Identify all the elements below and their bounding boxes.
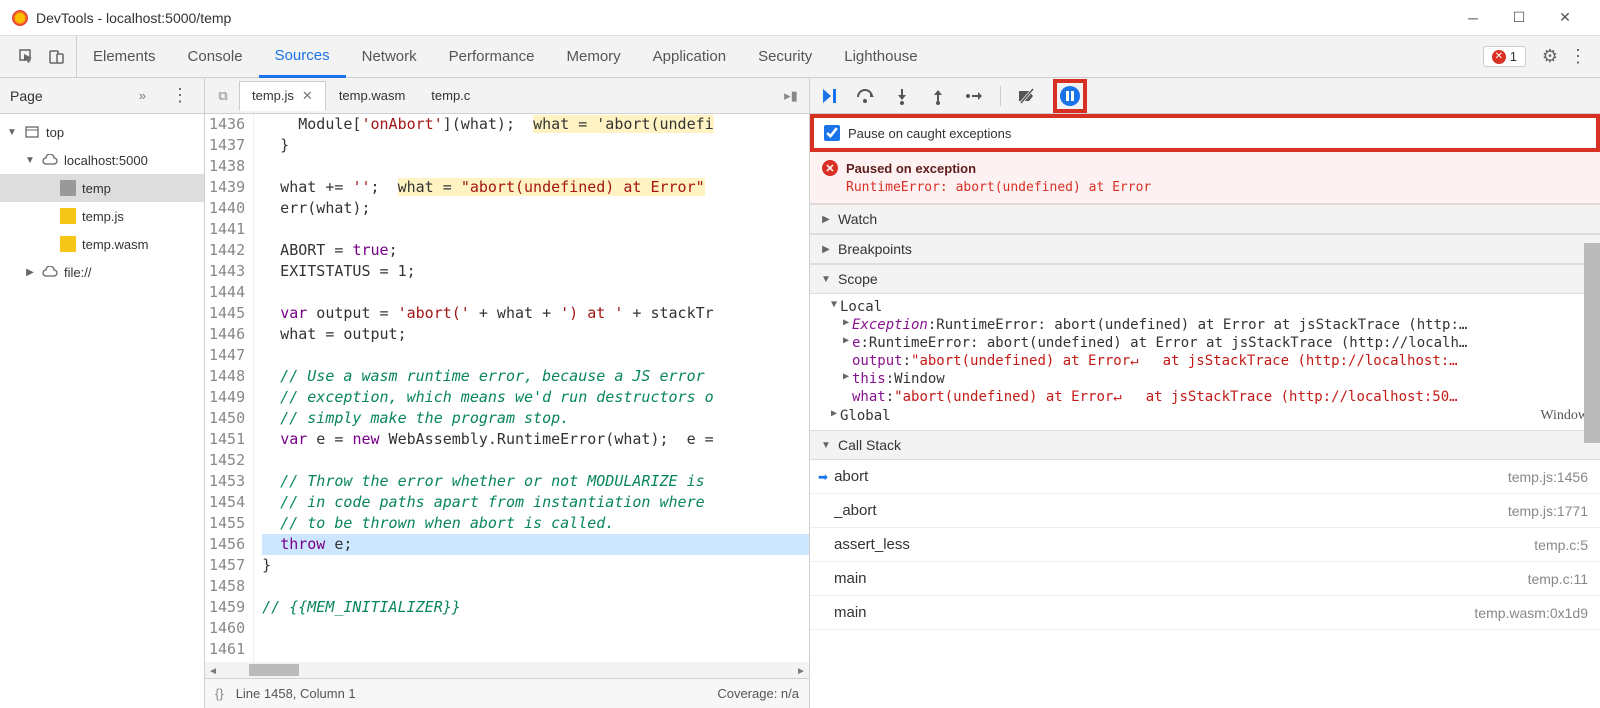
close-window-button[interactable]: ✕: [1542, 2, 1588, 34]
pause-on-exceptions-button[interactable]: [1053, 79, 1087, 113]
tab-sources[interactable]: Sources: [259, 36, 346, 78]
tab-console[interactable]: Console: [172, 36, 259, 78]
source-editor[interactable]: 1436143714381439144014411442144314441445…: [205, 114, 809, 678]
code-panel: ⧉ temp.js✕temp.wasmtemp.c ▸▮ 14361437143…: [205, 78, 810, 708]
scope-var-what[interactable]: what: "abort(undefined) at Error↵ at jsS…: [810, 388, 1600, 406]
stack-frame-main[interactable]: maintemp.c:11: [810, 562, 1600, 596]
file-tree: ▼top▼localhost:5000temptemp.jstemp.wasm▶…: [0, 114, 204, 290]
tree-item-file---[interactable]: ▶file://: [0, 258, 204, 286]
deactivate-breakpoints-button[interactable]: [1017, 86, 1037, 106]
pause-on-caught-label: Pause on caught exceptions: [848, 126, 1011, 141]
callstack-section-header[interactable]: ▼Call Stack: [810, 430, 1600, 460]
scope-global-row[interactable]: ▶GlobalWindow: [810, 406, 1600, 426]
scope-var-e[interactable]: ▶e: RuntimeError: abort(undefined) at Er…: [810, 334, 1600, 352]
device-toolbar-icon[interactable]: [48, 48, 66, 66]
js-icon: [60, 208, 76, 224]
vertical-scrollbar[interactable]: [1584, 243, 1600, 443]
paused-exception-box: ✕ Paused on exception RuntimeError: abort…: [810, 152, 1600, 204]
exception-message: RuntimeError: abort(undefined) at Error: [822, 180, 1588, 195]
navigator-label: Page: [10, 88, 139, 104]
coverage-status: Coverage: n/a: [717, 686, 799, 701]
file-tab-temp-wasm[interactable]: temp.wasm: [326, 81, 418, 111]
window-titlebar: DevTools - localhost:5000/temp ─ ☐ ✕: [0, 0, 1600, 36]
cursor-position: Line 1458, Column 1: [236, 686, 356, 701]
error-count-badge[interactable]: ✕ 1: [1483, 46, 1526, 67]
settings-gear-icon[interactable]: ⚙: [1536, 46, 1564, 67]
breakpoints-section-header[interactable]: ▶Breakpoints: [810, 234, 1600, 264]
frame-icon: [24, 124, 40, 140]
step-out-button[interactable]: [928, 86, 948, 106]
error-count: 1: [1510, 49, 1517, 64]
scope-var-output[interactable]: output: "abort(undefined) at Error↵ at j…: [810, 352, 1600, 370]
error-icon: ✕: [1492, 50, 1506, 64]
close-tab-icon[interactable]: ✕: [302, 88, 313, 104]
navigator-menu-icon[interactable]: ⋮: [166, 85, 194, 106]
cloud-icon: [42, 264, 58, 280]
file-history-back-icon[interactable]: ⧉: [211, 88, 235, 104]
tab-memory[interactable]: Memory: [551, 36, 637, 78]
scope-local-header[interactable]: ▼Local: [810, 298, 1600, 316]
devtools-tabsbar: ElementsConsoleSourcesNetworkPerformance…: [0, 36, 1600, 78]
stack-frame-abort[interactable]: aborttemp.js:1456: [810, 460, 1600, 494]
step-into-button[interactable]: [892, 86, 912, 106]
editor-statusbar: {} Line 1458, Column 1 Coverage: n/a: [205, 678, 809, 708]
devtools-favicon: [12, 10, 28, 26]
exception-title: Paused on exception: [846, 161, 976, 176]
tab-lighthouse[interactable]: Lighthouse: [828, 36, 933, 78]
tree-item-top[interactable]: ▼top: [0, 118, 204, 146]
tab-application[interactable]: Application: [637, 36, 742, 78]
resume-button[interactable]: [820, 86, 840, 106]
exception-icon: ✕: [822, 160, 838, 176]
stack-frame-main[interactable]: maintemp.wasm:0x1d9: [810, 596, 1600, 630]
stack-frame-assert_less[interactable]: assert_lesstemp.c:5: [810, 528, 1600, 562]
tab-network[interactable]: Network: [346, 36, 433, 78]
pause-on-caught-checkbox[interactable]: [824, 125, 840, 141]
cloud-icon: [42, 152, 58, 168]
file-tab-temp-js[interactable]: temp.js✕: [239, 81, 326, 111]
stack-frame-_abort[interactable]: _aborttemp.js:1771: [810, 494, 1600, 528]
maximize-button[interactable]: ☐: [1496, 2, 1542, 34]
tab-performance[interactable]: Performance: [433, 36, 551, 78]
tree-item-temp[interactable]: temp: [0, 174, 204, 202]
debugger-toolbar: [810, 78, 1600, 114]
scope-var-Exception[interactable]: ▶Exception: RuntimeError: abort(undefine…: [810, 316, 1600, 334]
window-title: DevTools - localhost:5000/temp: [36, 10, 1450, 26]
more-menu-icon[interactable]: ⋮: [1564, 46, 1592, 67]
run-snippet-icon[interactable]: ▸▮: [779, 88, 803, 104]
tab-elements[interactable]: Elements: [77, 36, 172, 78]
step-button[interactable]: [964, 86, 984, 106]
tree-item-localhost-5000[interactable]: ▼localhost:5000: [0, 146, 204, 174]
tab-security[interactable]: Security: [742, 36, 828, 78]
debugger-panel: Pause on caught exceptions ✕ Paused on ex…: [810, 78, 1600, 708]
scope-body: ▼Local ▶Exception: RuntimeError: abort(u…: [810, 294, 1600, 430]
navigator-overflow-icon[interactable]: »: [139, 88, 146, 103]
horizontal-scrollbar[interactable]: ◂▸: [205, 662, 809, 678]
watch-section-header[interactable]: ▶Watch: [810, 204, 1600, 234]
scope-section-header[interactable]: ▼Scope: [810, 264, 1600, 294]
navigator-panel: Page » ⋮ ▼top▼localhost:5000temptemp.jst…: [0, 78, 205, 708]
file-tab-temp-c[interactable]: temp.c: [418, 81, 483, 111]
doc-icon: [60, 180, 76, 196]
scope-var-this[interactable]: ▶this: Window: [810, 370, 1600, 388]
tree-item-temp-js[interactable]: temp.js: [0, 202, 204, 230]
pretty-print-icon[interactable]: {}: [215, 686, 224, 701]
js-icon: [60, 236, 76, 252]
tree-item-temp-wasm[interactable]: temp.wasm: [0, 230, 204, 258]
step-over-button[interactable]: [856, 86, 876, 106]
file-tab-strip: ⧉ temp.js✕temp.wasmtemp.c ▸▮: [205, 78, 809, 114]
inspect-element-icon[interactable]: [18, 48, 36, 66]
pause-on-caught-row[interactable]: Pause on caught exceptions: [810, 114, 1600, 152]
minimize-button[interactable]: ─: [1450, 2, 1496, 34]
